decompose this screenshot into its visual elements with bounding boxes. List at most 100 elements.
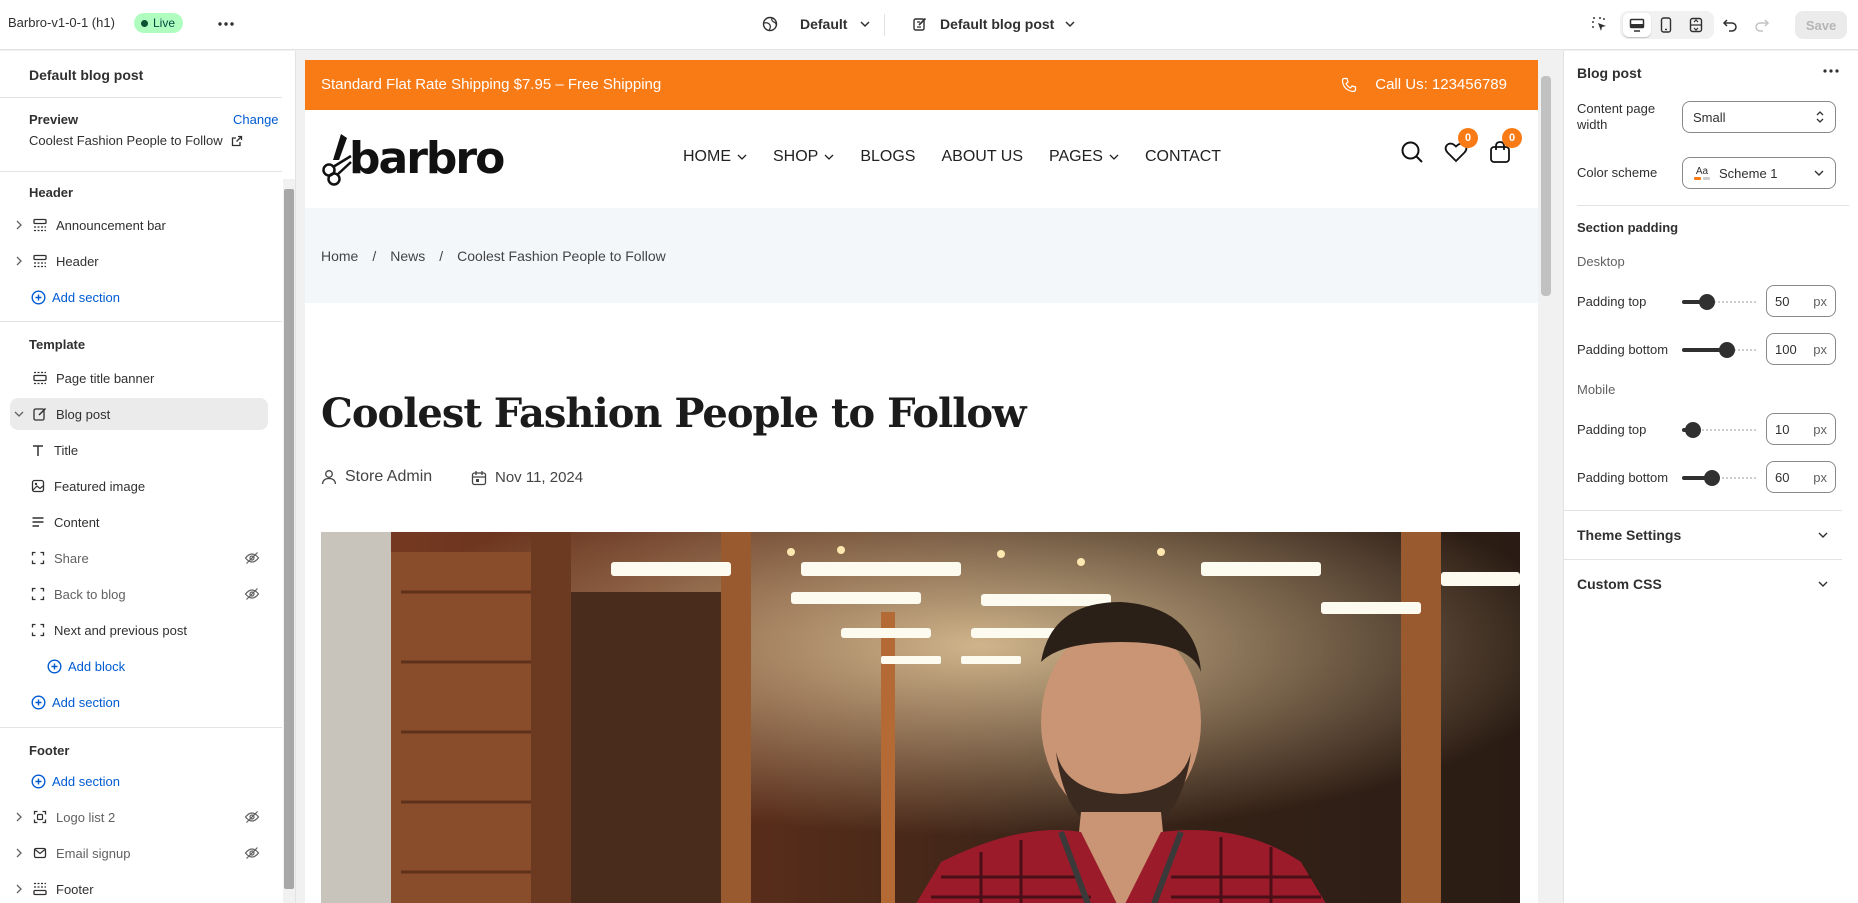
nav-item-home[interactable]: HOME [683,148,747,166]
mobile-padding-bottom-input[interactable]: 60 px [1766,461,1836,493]
section-header-icon [33,254,47,268]
block-featured-image[interactable]: Featured image [26,470,268,502]
slider-handle[interactable] [1699,294,1715,310]
sidebar-item-page-title-banner[interactable]: Page title banner [10,362,268,394]
cart-button[interactable]: 0 [1488,128,1522,164]
add-section-template-button[interactable]: Add section [31,695,120,710]
divider [0,727,282,728]
post-title: Coolest Fashion People to Follow [321,390,1027,437]
settings-title: Blog post [1577,65,1642,81]
block-content[interactable]: Content [26,506,268,538]
desktop-icon [1629,18,1645,32]
mobile-icon [1660,17,1672,33]
add-section-footer-button[interactable]: Add section [31,774,120,789]
color-scheme-value: Scheme 1 [1719,165,1778,181]
block-back-to-blog[interactable]: Back to blog [26,578,268,610]
block-title[interactable]: Title [26,434,268,466]
nav-item-contact[interactable]: CONTACT [1145,148,1221,166]
chevron-down-icon [737,154,747,160]
theme-actions-button[interactable] [214,14,238,34]
store-logo[interactable]: barbro [321,132,505,186]
search-button[interactable] [1400,140,1424,164]
full-width-icon [1689,17,1703,33]
nav-item-shop[interactable]: SHOP [773,148,834,166]
phone-icon [1342,77,1357,92]
add-block-button[interactable]: Add block [47,659,125,674]
mobile-padding-top-slider[interactable] [1682,422,1758,438]
chevron-right-icon [16,220,22,230]
change-preview-link[interactable]: Change [233,112,279,127]
section-footer-icon [33,882,47,896]
block-label: Back to blog [54,586,126,602]
breadcrumb-news[interactable]: News [390,248,425,264]
phone-text: Call Us: 123456789 [1375,76,1507,93]
chevron-down-icon [824,154,834,160]
settings-more-button[interactable] [1820,61,1842,81]
desktop-padding-bottom-slider[interactable] [1682,342,1758,358]
storefront-preview: Standard Flat Rate Shipping $7.95 – Free… [305,60,1538,903]
nav-label: PAGES [1048,148,1103,165]
mobile-padding-top-input[interactable]: 10 px [1766,413,1836,445]
live-dot-icon [141,19,148,27]
footer-group-label: Footer [29,743,70,758]
redo-button[interactable] [1749,12,1775,38]
eye-hidden-icon[interactable] [244,810,260,824]
sidebar-item-email-signup[interactable]: Email signup [10,837,268,869]
wishlist-button[interactable]: 0 [1444,128,1478,164]
block-next-previous-post[interactable]: Next and previous post [26,614,268,646]
nav-item-about-us[interactable]: ABOUT US [941,148,1023,166]
desktop-view-button[interactable] [1623,13,1651,37]
text-align-left-icon [32,517,44,527]
preview-scroll-thumb[interactable] [1541,76,1551,296]
content-width-select[interactable]: Small [1682,101,1836,133]
save-button[interactable]: Save [1795,11,1847,39]
theme-name[interactable]: Barbro-v1-0-1 (h1) [8,15,115,30]
custom-css-label: Custom CSS [1577,575,1662,592]
sidebar-scroll-thumb[interactable] [284,189,294,889]
desktop-padding-top-slider[interactable] [1682,294,1758,310]
mobile-padding-bottom-slider[interactable] [1682,470,1758,486]
slider-handle[interactable] [1719,342,1735,358]
edit-page-icon [33,407,47,421]
slider-handle[interactable] [1685,422,1701,438]
add-section-header-button[interactable]: Add section [31,290,120,305]
chevron-right-icon [16,256,22,266]
fullscreen-view-button[interactable] [1683,12,1709,38]
editor-topbar: Barbro-v1-0-1 (h1) Live Default Default … [0,0,1858,50]
breadcrumb: Home / News / Coolest Fashion People to … [305,208,1538,303]
eye-hidden-icon[interactable] [244,846,260,860]
desktop-padding-bottom-input[interactable]: 100 px [1766,333,1836,365]
breadcrumb-home[interactable]: Home [321,248,358,264]
desktop-padding-top-input[interactable]: 50 px [1766,285,1836,317]
color-scheme-select[interactable]: Aa Scheme 1 [1682,157,1836,189]
custom-css-accordion[interactable]: Custom CSS [1564,559,1842,607]
announcement-bar[interactable]: Standard Flat Rate Shipping $7.95 – Free… [305,60,1538,110]
plus-circle-icon [47,659,62,674]
theme-settings-accordion[interactable]: Theme Settings [1564,510,1842,558]
block-label: Title [54,442,79,458]
mobile-view-button[interactable] [1653,12,1679,38]
nav-item-pages[interactable]: PAGES [1049,148,1119,166]
template-selector[interactable]: Default blog post [912,13,1076,35]
sidebar-item-blog-post[interactable]: Blog post [10,398,268,430]
eye-hidden-icon[interactable] [244,551,260,565]
slider-handle[interactable] [1704,470,1720,486]
nav-label: BLOGS [860,148,916,165]
phone-contact[interactable]: Call Us: 123456789 [1341,76,1507,93]
chevron-down-icon [1814,170,1824,176]
sidebar-title: Default blog post [29,67,144,83]
block-share[interactable]: Share [26,542,268,574]
sidebar-item-logo-list-2[interactable]: Logo list 2 [10,801,268,833]
sidebar-item-announcement-bar[interactable]: Announcement bar [10,209,268,241]
scheme-swatch-text: Aa [1695,165,1709,177]
sidebar-item-header[interactable]: Header [10,245,268,277]
sidebar-item-footer[interactable]: Footer [10,873,268,903]
preview-item[interactable]: Coolest Fashion People to Follow [29,133,243,148]
eye-hidden-icon[interactable] [244,587,260,601]
block-label: Share [54,550,89,566]
locale-selector[interactable]: Default [762,13,871,35]
nav-item-blogs[interactable]: BLOGS [860,148,915,166]
block-label: Content [54,514,100,530]
undo-button[interactable] [1717,12,1743,38]
inspector-toggle[interactable] [1587,12,1613,38]
